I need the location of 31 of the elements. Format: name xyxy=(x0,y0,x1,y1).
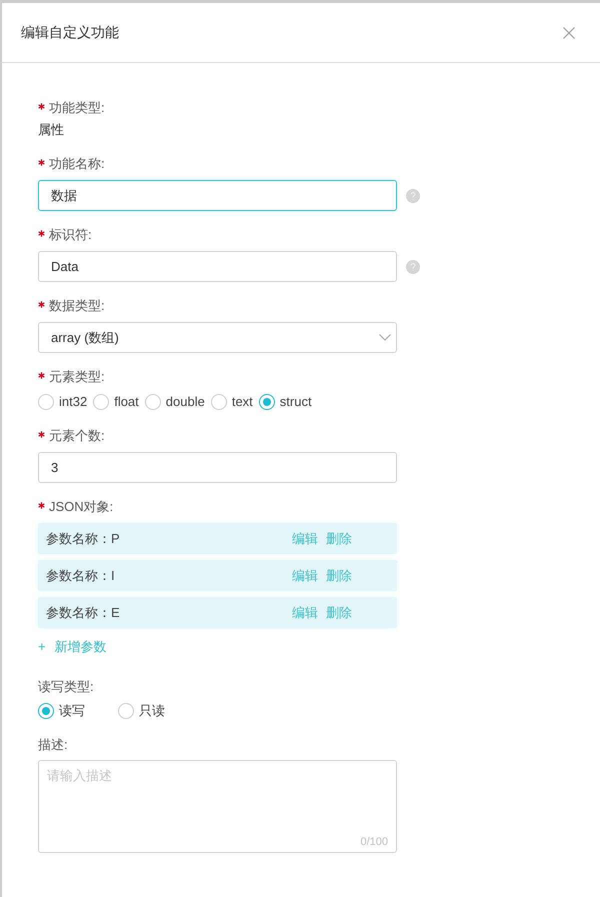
parameter-name: 参数名称：E xyxy=(46,604,121,622)
radio-option[interactable]: text xyxy=(210,392,253,412)
field-label: 功能类型: xyxy=(49,99,105,118)
character-counter: 0/100 xyxy=(360,834,388,850)
field-label: 读写类型: xyxy=(38,678,94,696)
radio-option[interactable]: float xyxy=(93,392,139,412)
text-input-field[interactable]: 3 xyxy=(38,452,397,483)
field-label: JSON对象: xyxy=(49,498,114,516)
radio-option[interactable]: 读写 xyxy=(38,701,118,721)
field-label: 标识符: xyxy=(49,226,92,244)
help-icon[interactable] xyxy=(406,188,420,202)
field-label: 功能名称: xyxy=(49,155,105,174)
field-label: 数据类型: xyxy=(49,297,105,316)
field-label: 元素个数: xyxy=(49,427,105,446)
field-label: 描述: xyxy=(38,736,68,754)
close-icon[interactable] xyxy=(563,26,575,38)
field-value: 属性 xyxy=(38,121,64,140)
dialog-title: 编辑自定义功能 xyxy=(21,23,119,42)
radio-option[interactable]: struct xyxy=(258,392,312,412)
text-input-field[interactable]: 数据 xyxy=(38,180,397,211)
chevron-down-icon xyxy=(379,334,391,341)
field-label: 元素类型: xyxy=(49,368,105,386)
plus-icon: + xyxy=(38,637,46,657)
radio-option[interactable]: double xyxy=(144,392,205,412)
data-type-select[interactable]: array (数组) xyxy=(38,322,397,353)
text-input-field[interactable]: Data xyxy=(38,251,397,282)
radio-option[interactable]: int32 xyxy=(38,392,88,412)
parameter-name: 参数名称：I xyxy=(46,566,116,585)
parameter-name: 参数名称：P xyxy=(46,530,121,548)
help-icon[interactable] xyxy=(406,260,420,274)
radio-option[interactable]: 只读 xyxy=(118,701,198,721)
